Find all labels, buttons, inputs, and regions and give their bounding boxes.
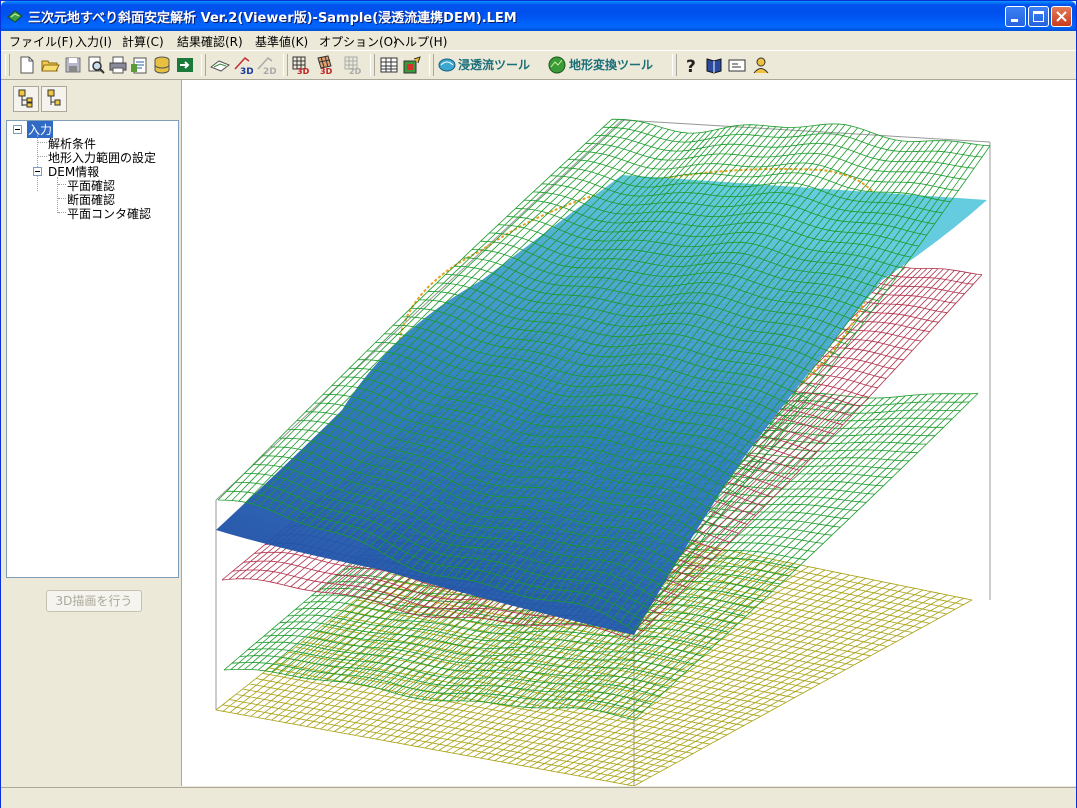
window-title: 三次元地すべり斜面安定解析 Ver.2(Viewer版)-Sample(浸透流連… xyxy=(28,11,517,26)
svg-text:3D: 3D xyxy=(240,67,253,75)
toolbar-grip[interactable] xyxy=(283,54,288,76)
status-bar xyxy=(1,787,1076,808)
toolbar-grip[interactable] xyxy=(370,54,375,76)
database-icon[interactable] xyxy=(152,55,172,75)
tree-connector xyxy=(58,184,66,185)
grid-2d-icon[interactable]: 2D xyxy=(343,55,363,75)
toolbar: 3D 2D 3D 3D 2D 浸透流ツール 地形変換ツール ? xyxy=(1,50,1076,80)
tree-structure-icon xyxy=(18,89,33,108)
box-edge xyxy=(621,119,991,143)
tree-connector xyxy=(37,135,38,191)
input-tree-view[interactable]: 入力 解析条件 地形入力範囲の設定 DEM情報 平面確認 断面確認 平面コンタ確… xyxy=(6,120,179,578)
grid-3d-icon[interactable]: 3D xyxy=(291,55,311,75)
view-plane-icon[interactable] xyxy=(210,55,230,75)
new-file-icon[interactable] xyxy=(17,55,37,75)
table-icon[interactable] xyxy=(379,55,399,75)
menu-options[interactable]: オプション(O) xyxy=(319,33,398,50)
tree-list-icon xyxy=(47,89,61,106)
toolbar-grip[interactable] xyxy=(201,54,206,76)
tree-connector xyxy=(57,177,58,213)
maximize-icon xyxy=(1033,11,1044,22)
minimize-icon xyxy=(1011,19,1018,22)
tree-collapse-toggle[interactable] xyxy=(13,125,22,134)
report-icon[interactable] xyxy=(130,55,150,75)
print-icon[interactable] xyxy=(108,55,128,75)
toolbar-grip[interactable] xyxy=(429,54,434,76)
export-icon[interactable] xyxy=(175,55,195,75)
tree-connector xyxy=(58,212,66,213)
menu-bar: ファイル(F) 入力(I) 計算(C) 結果確認(R) 基準値(K) オプション… xyxy=(1,31,1076,49)
tree-expand-button[interactable] xyxy=(13,86,39,112)
minimize-button[interactable] xyxy=(1005,6,1026,27)
seepage-tool-icon[interactable] xyxy=(437,55,457,75)
print-preview-icon[interactable] xyxy=(86,55,106,75)
section-2d-icon[interactable]: 2D xyxy=(256,55,276,75)
open-folder-icon[interactable] xyxy=(40,55,60,75)
tree-connector xyxy=(38,142,47,143)
seepage-tool-button[interactable]: 浸透流ツール xyxy=(458,56,530,74)
terrain-tool-button[interactable]: 地形変換ツール xyxy=(569,56,653,74)
tree-collapse-toggle[interactable] xyxy=(33,167,42,176)
menu-file[interactable]: ファイル(F) xyxy=(9,33,73,50)
svg-text:2D: 2D xyxy=(349,67,362,75)
terrain-tool-icon[interactable] xyxy=(547,55,567,75)
user-info-icon[interactable] xyxy=(751,55,771,75)
main-window: 三次元地すべり斜面安定解析 Ver.2(Viewer版)-Sample(浸透流連… xyxy=(0,0,1077,808)
tree-node-contour-check[interactable]: 平面コンタ確認 xyxy=(67,205,151,222)
id-card-icon[interactable] xyxy=(727,55,747,75)
3d-view[interactable] xyxy=(182,80,1076,786)
title-bar[interactable]: 三次元地すべり斜面安定解析 Ver.2(Viewer版)-Sample(浸透流連… xyxy=(1,1,1076,31)
left-panel: 入力 解析条件 地形入力範囲の設定 DEM情報 平面確認 断面確認 平面コンタ確… xyxy=(1,80,182,786)
toolbar-grip[interactable] xyxy=(5,54,10,76)
close-icon xyxy=(1056,11,1067,22)
3d-scene[interactable] xyxy=(182,80,1076,786)
mesh-3d-icon[interactable]: 3D xyxy=(314,55,334,75)
save-icon[interactable] xyxy=(63,55,83,75)
svg-text:?: ? xyxy=(686,57,696,75)
app-icon xyxy=(7,10,23,23)
layer-edit-icon[interactable] xyxy=(402,55,422,75)
svg-text:3D: 3D xyxy=(320,67,333,75)
tree-connector xyxy=(58,198,66,199)
svg-text:3D: 3D xyxy=(297,67,310,75)
help-icon[interactable]: ? xyxy=(681,55,701,75)
draw-3d-button[interactable]: 3D描画を行う xyxy=(46,590,142,612)
section-3d-icon[interactable]: 3D xyxy=(233,55,253,75)
close-button[interactable] xyxy=(1051,6,1072,27)
menu-standard-values[interactable]: 基準値(K) xyxy=(255,33,308,50)
menu-results[interactable]: 結果確認(R) xyxy=(177,33,243,50)
tree-collapse-button[interactable] xyxy=(41,86,67,112)
toolbar-grip[interactable] xyxy=(672,54,677,76)
menu-help[interactable]: ヘルプ(H) xyxy=(393,33,447,50)
svg-text:2D: 2D xyxy=(263,67,276,75)
menu-calculate[interactable]: 計算(C) xyxy=(122,33,164,50)
manual-icon[interactable] xyxy=(704,55,724,75)
tree-connector xyxy=(38,156,47,157)
menu-input[interactable]: 入力(I) xyxy=(75,33,112,50)
maximize-button[interactable] xyxy=(1028,6,1049,27)
